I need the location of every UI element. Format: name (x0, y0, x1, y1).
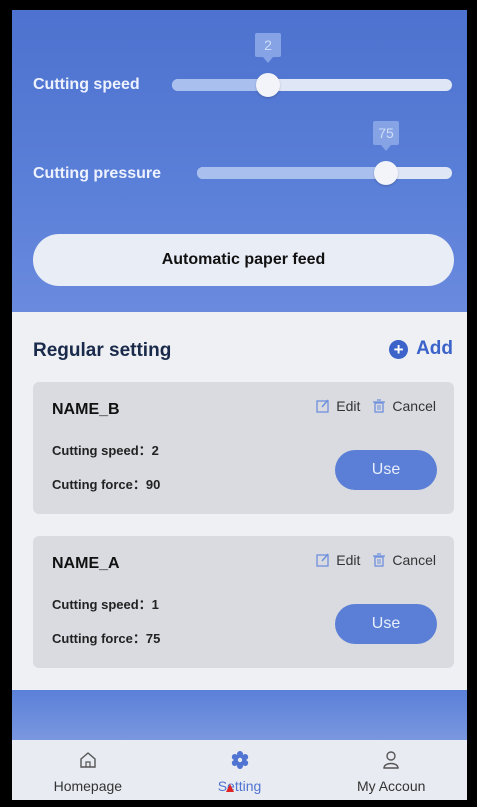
use-button[interactable]: Use (335, 450, 437, 490)
nav-setting-label: Setting (217, 778, 262, 794)
add-setting-button[interactable]: + Add (389, 338, 453, 360)
trash-icon[interactable] (372, 553, 386, 567)
preset-force: Cutting force：90 (52, 477, 161, 492)
nav-homepage[interactable]: Homepage (12, 740, 164, 800)
settings-header: Cutting speed 2 Cutting pressure 75 Auto… (12, 10, 467, 312)
edit-icon[interactable] (316, 553, 330, 567)
edit-icon[interactable] (316, 399, 330, 413)
edit-button[interactable]: Edit (336, 552, 360, 568)
user-icon (383, 751, 399, 769)
edit-button[interactable]: Edit (336, 398, 360, 414)
pointer-marker (226, 784, 234, 792)
cutting-pressure-row: Cutting pressure 75 (12, 121, 467, 193)
cutting-pressure-label: Cutting pressure (33, 165, 162, 182)
cutting-speed-slider[interactable] (172, 79, 452, 91)
bottom-band (12, 690, 467, 740)
cutting-speed-label: Cutting speed (33, 76, 140, 93)
nav-my-account[interactable]: My Accoun (315, 740, 467, 800)
cancel-button[interactable]: Cancel (392, 398, 436, 414)
preset-speed: Cutting speed：2 (52, 443, 159, 458)
cancel-button[interactable]: Cancel (392, 552, 436, 568)
preset-speed: Cutting speed：1 (52, 597, 159, 612)
cutting-pressure-fill (197, 167, 387, 179)
regular-setting-title: Regular setting (33, 340, 172, 361)
cutting-pressure-slider[interactable] (197, 167, 452, 179)
cutting-pressure-value-bubble: 75 (373, 121, 399, 151)
trash-icon[interactable] (372, 399, 386, 413)
nav-homepage-label: Homepage (53, 778, 123, 794)
nav-setting[interactable]: Setting (164, 740, 316, 800)
preset-card: NAME_B Edit Cancel Cutting speed：2 Cutti… (33, 382, 454, 514)
preset-name: NAME_B (52, 401, 120, 418)
cutting-speed-thumb[interactable] (256, 73, 280, 97)
cutting-speed-fill (172, 79, 268, 91)
add-label: Add (416, 338, 453, 359)
app-screen: Cutting speed 2 Cutting pressure 75 Auto… (12, 10, 467, 800)
preset-card: NAME_A Edit Cancel Cutting speed：1 Cutti… (33, 536, 454, 668)
gear-icon (231, 751, 248, 769)
preset-force: Cutting force：75 (52, 631, 161, 646)
preset-actions: Edit Cancel (316, 552, 436, 568)
preset-name: NAME_A (52, 555, 120, 572)
automatic-paper-feed-button[interactable]: Automatic paper feed (33, 234, 454, 286)
cutting-speed-row: Cutting speed 2 (12, 33, 467, 105)
plus-circle-icon: + (389, 339, 409, 359)
preset-actions: Edit Cancel (316, 398, 436, 414)
use-button[interactable]: Use (335, 604, 437, 644)
cutting-pressure-thumb[interactable] (374, 161, 398, 185)
home-icon (80, 752, 96, 768)
cutting-speed-value-bubble: 2 (255, 33, 281, 63)
nav-my-account-label: My Accoun (356, 778, 426, 794)
bottom-nav: Homepage Setting My Accoun (12, 740, 467, 800)
